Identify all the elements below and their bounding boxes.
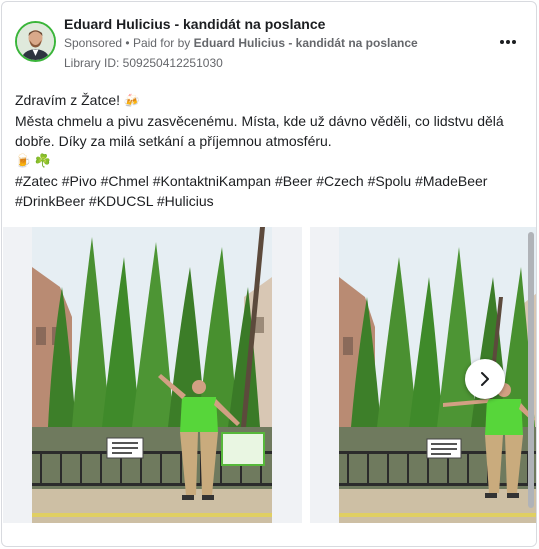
hashtag-link[interactable]: #Czech bbox=[316, 173, 363, 189]
paid-for-prefix: Paid for by bbox=[132, 36, 191, 50]
post-text: Zdravím z Žatce! 🍻 Města chmelu a pivu z… bbox=[15, 90, 525, 211]
hashtags: #Zatec #Pivo #Chmel #KontaktniKampan #Be… bbox=[15, 171, 525, 211]
beer-mugs-emoji-icon: 🍻 bbox=[123, 93, 141, 108]
carousel-photo[interactable] bbox=[339, 227, 536, 523]
sponsorship-line: Sponsored • Paid for by Eduard Hulicius … bbox=[64, 36, 418, 50]
carousel-slide[interactable] bbox=[3, 227, 302, 523]
hashtag-link[interactable]: #MadeBeer bbox=[415, 173, 487, 189]
paid-for-by-name[interactable]: Eduard Hulicius - kandidát na poslance bbox=[194, 36, 418, 50]
separator: • bbox=[125, 36, 130, 50]
hashtag-link[interactable]: #DrinkBeer bbox=[15, 193, 85, 209]
post-body: Města chmelu a pivu zasvěcenému. Místa, … bbox=[15, 113, 504, 149]
carousel-photo[interactable] bbox=[32, 227, 272, 523]
scrollbar-thumb[interactable] bbox=[528, 232, 534, 508]
carousel-next-button[interactable] bbox=[465, 359, 505, 399]
beer-shamrock-emoji-icon: 🍺 ☘️ bbox=[15, 153, 51, 168]
ad-card: Eduard Hulicius - kandidát na poslance S… bbox=[1, 1, 537, 547]
image-carousel[interactable] bbox=[3, 227, 536, 523]
hashtag-link[interactable]: #Spolu bbox=[368, 173, 412, 189]
card-footer bbox=[3, 523, 536, 546]
chevron-right-icon bbox=[481, 372, 489, 386]
library-id: Library ID: 509250412251030 bbox=[64, 56, 223, 70]
hashtag-link[interactable]: #KontaktniKampan bbox=[153, 173, 271, 189]
page-name[interactable]: Eduard Hulicius - kandidát na poslance bbox=[64, 16, 325, 32]
hashtag-link[interactable]: #KDUCSL bbox=[89, 193, 153, 209]
more-options-icon[interactable] bbox=[496, 32, 520, 52]
hashtag-link[interactable]: #Pivo bbox=[62, 173, 97, 189]
hashtag-link[interactable]: #Beer bbox=[275, 173, 312, 189]
hashtag-link[interactable]: #Chmel bbox=[101, 173, 149, 189]
page-avatar[interactable] bbox=[15, 21, 56, 62]
hashtag-link[interactable]: #Hulicius bbox=[157, 193, 214, 209]
greeting: Zdravím z Žatce! bbox=[15, 92, 121, 108]
sponsored-label: Sponsored bbox=[64, 36, 123, 50]
hashtag-link[interactable]: #Zatec bbox=[15, 173, 58, 189]
